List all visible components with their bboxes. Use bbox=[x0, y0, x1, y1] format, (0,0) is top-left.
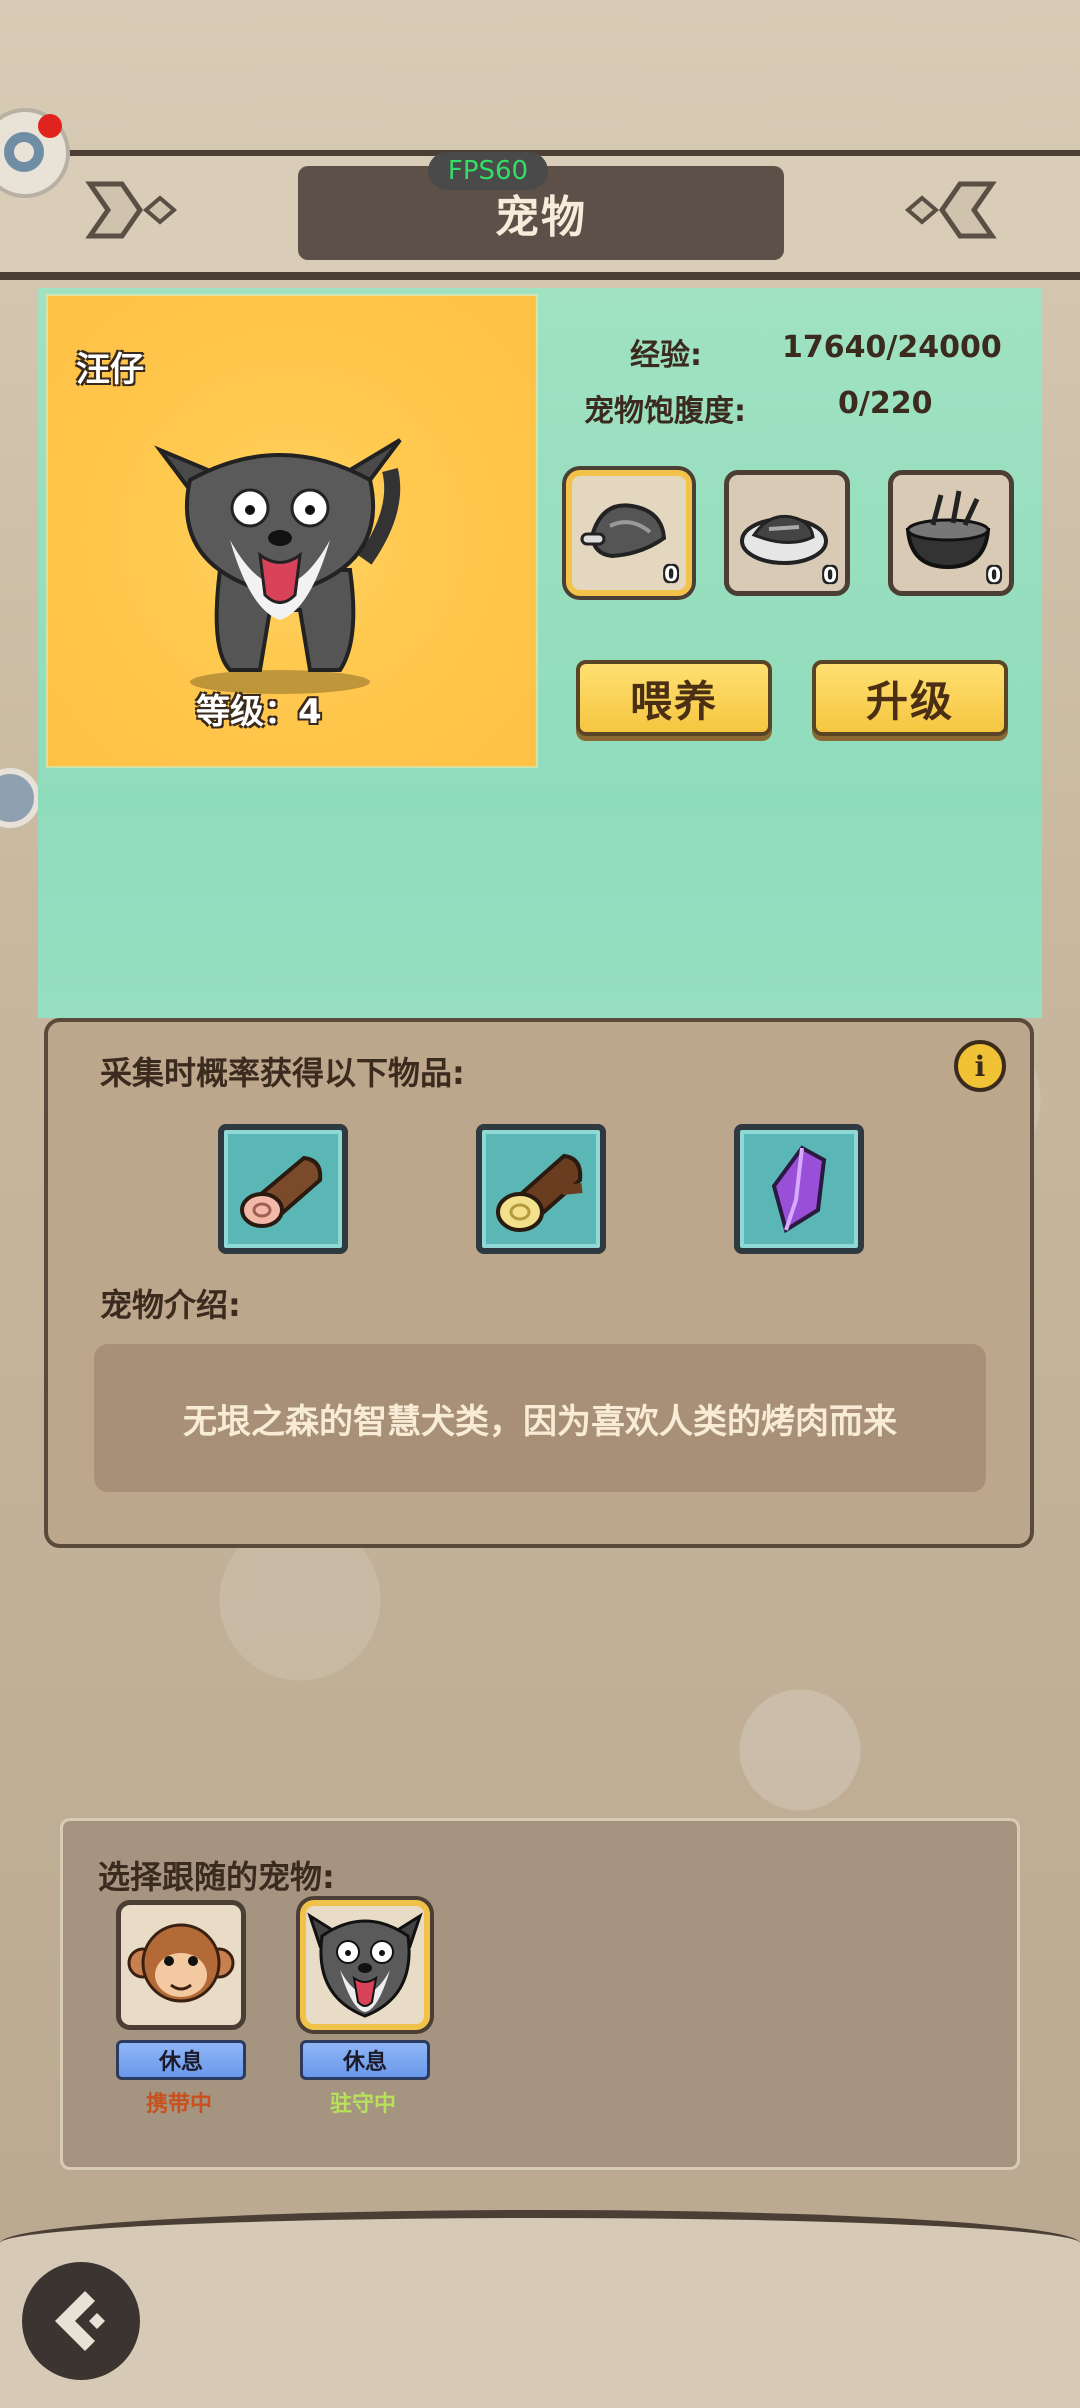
pet-level: 等级：4 bbox=[196, 692, 322, 732]
upgrade-button[interactable]: 升级 bbox=[812, 660, 1008, 736]
pet-name: 汪仔 bbox=[76, 350, 144, 390]
food-slot-grilled-plate[interactable]: 0 bbox=[724, 470, 850, 596]
dog-status: 驻守中 bbox=[330, 2092, 397, 2117]
follow-pet-monkey[interactable] bbox=[116, 1900, 246, 2030]
drop-slot-wood[interactable] bbox=[218, 1124, 348, 1254]
exp-value: 17640/24000 bbox=[782, 330, 1002, 365]
exp-label: 经验: bbox=[630, 338, 702, 373]
food-count: 0 bbox=[664, 562, 678, 586]
wood-log-icon bbox=[240, 1155, 323, 1228]
info-icon[interactable]: i bbox=[954, 1040, 1006, 1092]
monkey-avatar-icon bbox=[127, 1923, 235, 2003]
intro-heading: 宠物介绍: bbox=[100, 1286, 241, 1324]
notification-dot bbox=[38, 114, 62, 138]
monkey-status: 携带中 bbox=[146, 2092, 213, 2117]
right-ornament-icon bbox=[904, 181, 997, 239]
back-arrow-icon bbox=[55, 2291, 105, 2351]
drop-slot-crystal[interactable] bbox=[734, 1124, 864, 1254]
bottom-bar bbox=[0, 2210, 1080, 2408]
food-slot-raw-meat[interactable]: 0 bbox=[566, 470, 692, 596]
dog-avatar-icon bbox=[307, 1912, 423, 2018]
food-slot-stew[interactable]: 0 bbox=[888, 470, 1014, 596]
dog-pet-icon bbox=[154, 438, 402, 694]
feed-button[interactable]: 喂养 bbox=[576, 660, 772, 736]
left-ornament-icon bbox=[85, 181, 178, 239]
dog-rest-button[interactable]: 休息 bbox=[300, 2040, 430, 2080]
follow-heading: 选择跟随的宠物: bbox=[98, 1858, 335, 1896]
drops-heading: 采集时概率获得以下物品: bbox=[100, 1054, 465, 1092]
satiety-value: 0/220 bbox=[838, 386, 933, 421]
back-button[interactable] bbox=[22, 2262, 140, 2380]
drop-slot-thick-log[interactable] bbox=[476, 1124, 606, 1254]
food-count: 0 bbox=[823, 563, 837, 587]
follow-pet-dog[interactable] bbox=[300, 1900, 430, 2030]
satiety-label: 宠物饱腹度: bbox=[584, 394, 746, 429]
pet-description: 无垠之森的智慧犬类，因为喜欢人类的烤肉而来 bbox=[94, 1344, 986, 1492]
monkey-rest-button[interactable]: 休息 bbox=[116, 2040, 246, 2080]
thick-log-icon bbox=[496, 1153, 583, 1232]
food-count: 0 bbox=[987, 563, 1001, 587]
fps-counter: FPS60 bbox=[428, 152, 548, 190]
purple-crystal-icon bbox=[771, 1145, 827, 1234]
